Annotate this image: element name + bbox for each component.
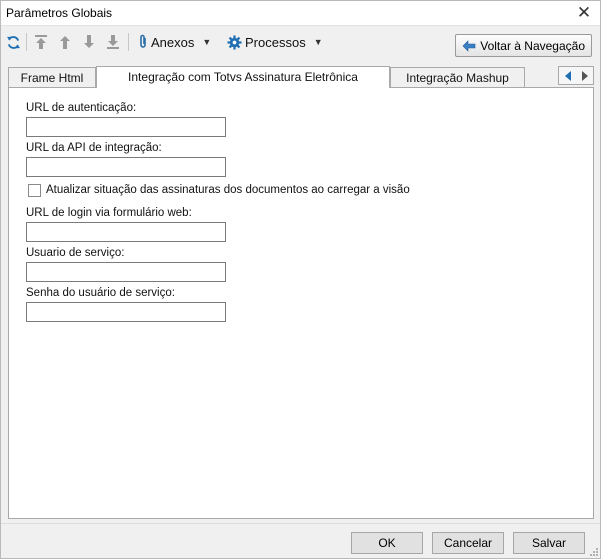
- voltar-label: Voltar à Navegação: [480, 38, 585, 53]
- refresh-icon[interactable]: [4, 31, 22, 53]
- toolbar-separator: [128, 33, 129, 51]
- anexos-dropdown[interactable]: Anexos ▼: [138, 31, 211, 53]
- url-login-input[interactable]: [26, 222, 226, 242]
- tab-panel: URL de autenticação: URL da API de integ…: [8, 87, 594, 519]
- salvar-button[interactable]: Salvar: [513, 532, 585, 554]
- url-autenticacao-input[interactable]: [26, 117, 226, 137]
- dialog-window: Parâmetros Globais ✕ Anexos ▼ Processos …: [0, 0, 601, 559]
- tab-label: Integração com Totvs Assinatura Eletrôni…: [128, 70, 358, 84]
- ok-button[interactable]: OK: [351, 532, 423, 554]
- tab-label: Integração Mashup: [406, 71, 509, 85]
- tab-integracao-totvs-assinatura[interactable]: Integração com Totvs Assinatura Eletrôni…: [96, 66, 390, 88]
- url-api-input[interactable]: [26, 157, 226, 177]
- url-login-label: URL de login via formulário web:: [26, 207, 192, 219]
- salvar-label: Salvar: [531, 536, 566, 550]
- atualizar-checkbox[interactable]: [28, 184, 41, 197]
- usuario-servico-input[interactable]: [26, 262, 226, 282]
- tab-scroll-left-icon[interactable]: [559, 67, 576, 84]
- cancelar-button[interactable]: Cancelar: [432, 532, 504, 554]
- close-icon[interactable]: ✕: [574, 3, 594, 23]
- title-bar: Parâmetros Globais ✕: [1, 1, 600, 26]
- usuario-servico-label: Usuario de serviço:: [26, 247, 125, 259]
- ok-label: OK: [378, 536, 396, 550]
- url-autenticacao-label: URL de autenticação:: [26, 102, 137, 114]
- tab-scroll-right-icon[interactable]: [576, 67, 593, 84]
- gear-icon: [227, 34, 242, 50]
- move-up-icon[interactable]: [56, 31, 74, 53]
- tab-integracao-mashup[interactable]: Integração Mashup: [390, 67, 525, 87]
- senha-usuario-label: Senha do usuário de serviço:: [26, 287, 175, 299]
- cancelar-label: Cancelar: [443, 536, 493, 550]
- toolbar-separator: [26, 33, 27, 51]
- url-api-label: URL da API de integração:: [26, 142, 162, 154]
- resize-grip-icon[interactable]: [588, 546, 598, 556]
- voltar-navegacao-button[interactable]: Voltar à Navegação: [455, 34, 592, 57]
- paperclip-icon: [140, 34, 146, 48]
- chevron-down-icon: ▼: [313, 37, 323, 47]
- tab-scroll-buttons: [558, 66, 594, 85]
- move-top-icon[interactable]: [32, 31, 50, 53]
- chevron-down-icon: ▼: [202, 37, 212, 47]
- tab-frame-html[interactable]: Frame Html: [8, 67, 96, 87]
- processos-dropdown[interactable]: Processos ▼: [227, 31, 323, 53]
- move-down-icon[interactable]: [80, 31, 98, 53]
- footer-divider: [1, 523, 600, 524]
- tab-label: Frame Html: [20, 71, 84, 85]
- anexos-label: Anexos: [151, 34, 195, 50]
- atualizar-checkbox-label: Atualizar situação das assinaturas dos d…: [46, 184, 410, 196]
- senha-usuario-input[interactable]: [26, 302, 226, 322]
- arrow-left-icon: [462, 39, 476, 52]
- tab-strip: Frame Html Integração com Totvs Assinatu…: [8, 66, 596, 88]
- move-bottom-icon[interactable]: [104, 31, 122, 53]
- processos-label: Processos: [245, 34, 306, 50]
- window-title: Parâmetros Globais: [6, 6, 113, 20]
